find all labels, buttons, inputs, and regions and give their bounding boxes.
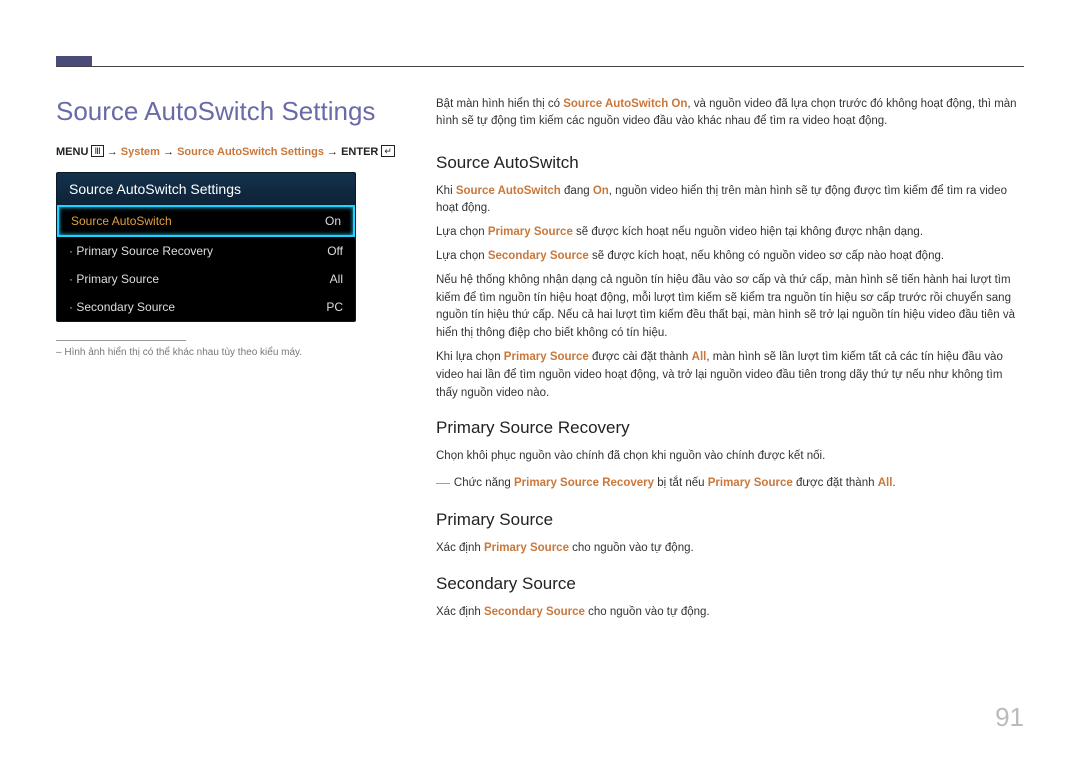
page-body: Source AutoSwitch Settings MENU Ⅲ → Syst… <box>56 56 1024 638</box>
breadcrumb-settings: Source AutoSwitch Settings <box>177 146 324 158</box>
page-title: Source AutoSwitch Settings <box>56 96 396 127</box>
menu-row-secondary[interactable]: Secondary Source PC <box>57 293 355 321</box>
note-rule <box>56 340 186 341</box>
menu-row-value: PC <box>326 300 343 314</box>
section-text: Chọn khôi phục nguồn vào chính đã chọn k… <box>436 448 1024 466</box>
header-accent <box>56 56 92 66</box>
menu-row-value: Off <box>327 244 343 258</box>
intro-paragraph: Bật màn hình hiển thị có Source AutoSwit… <box>436 96 1024 131</box>
section-recovery: Primary Source Recovery Chọn khôi phục n… <box>436 418 1024 494</box>
section-note: Chức năng Primary Source Recovery bị tắt… <box>436 472 1024 494</box>
section-title: Primary Source <box>436 510 1024 530</box>
section-autoswitch: Source AutoSwitch Khi Source AutoSwitch … <box>436 153 1024 403</box>
breadcrumb-arrow: → <box>107 146 121 158</box>
menu-row-label: Primary Source Recovery <box>69 244 213 258</box>
section-text: Xác định Secondary Source cho nguồn vào … <box>436 604 1024 622</box>
breadcrumb-arrow: → <box>327 146 341 158</box>
image-disclaimer-note: Hình ảnh hiển thị có thể khác nhau tùy t… <box>56 347 396 358</box>
menu-row-label: Source AutoSwitch <box>71 214 172 228</box>
menu-row-label: Primary Source <box>69 272 159 286</box>
header-rule <box>56 66 1024 67</box>
menu-row-recovery[interactable]: Primary Source Recovery Off <box>57 237 355 265</box>
section-title: Secondary Source <box>436 574 1024 594</box>
section-title: Source AutoSwitch <box>436 153 1024 173</box>
osd-menu: Source AutoSwitch Settings Source AutoSw… <box>56 172 356 322</box>
breadcrumb: MENU Ⅲ → System → Source AutoSwitch Sett… <box>56 145 396 158</box>
menu-row-primary[interactable]: Primary Source All <box>57 265 355 293</box>
menu-row-autoswitch[interactable]: Source AutoSwitch On <box>57 205 355 237</box>
right-column: Bật màn hình hiển thị có Source AutoSwit… <box>436 96 1024 638</box>
section-text: Lựa chọn Secondary Source sẽ được kích h… <box>436 248 1024 266</box>
section-text: Nếu hệ thống không nhận dạng cả nguồn tí… <box>436 272 1024 343</box>
menu-row-label: Secondary Source <box>69 300 175 314</box>
section-primary: Primary Source Xác định Primary Source c… <box>436 510 1024 558</box>
page-number: 91 <box>995 702 1024 733</box>
breadcrumb-system: System <box>121 146 160 158</box>
section-text: Khi lựa chọn Primary Source được cài đặt… <box>436 349 1024 402</box>
left-column: Source AutoSwitch Settings MENU Ⅲ → Syst… <box>56 96 396 638</box>
menu-icon: Ⅲ <box>91 145 103 157</box>
section-text: Xác định Primary Source cho nguồn vào tự… <box>436 540 1024 558</box>
breadcrumb-arrow: → <box>163 146 177 158</box>
menu-row-value: On <box>325 214 341 228</box>
osd-menu-header: Source AutoSwitch Settings <box>57 173 355 205</box>
section-text: Khi Source AutoSwitch đang On, nguồn vid… <box>436 183 1024 219</box>
breadcrumb-enter: ENTER <box>341 146 378 158</box>
section-text: Lựa chọn Primary Source sẽ được kích hoạ… <box>436 224 1024 242</box>
section-secondary: Secondary Source Xác định Secondary Sour… <box>436 574 1024 622</box>
enter-icon: ↵ <box>381 145 395 157</box>
menu-row-value: All <box>330 272 343 286</box>
breadcrumb-menu: MENU <box>56 146 88 158</box>
section-title: Primary Source Recovery <box>436 418 1024 438</box>
